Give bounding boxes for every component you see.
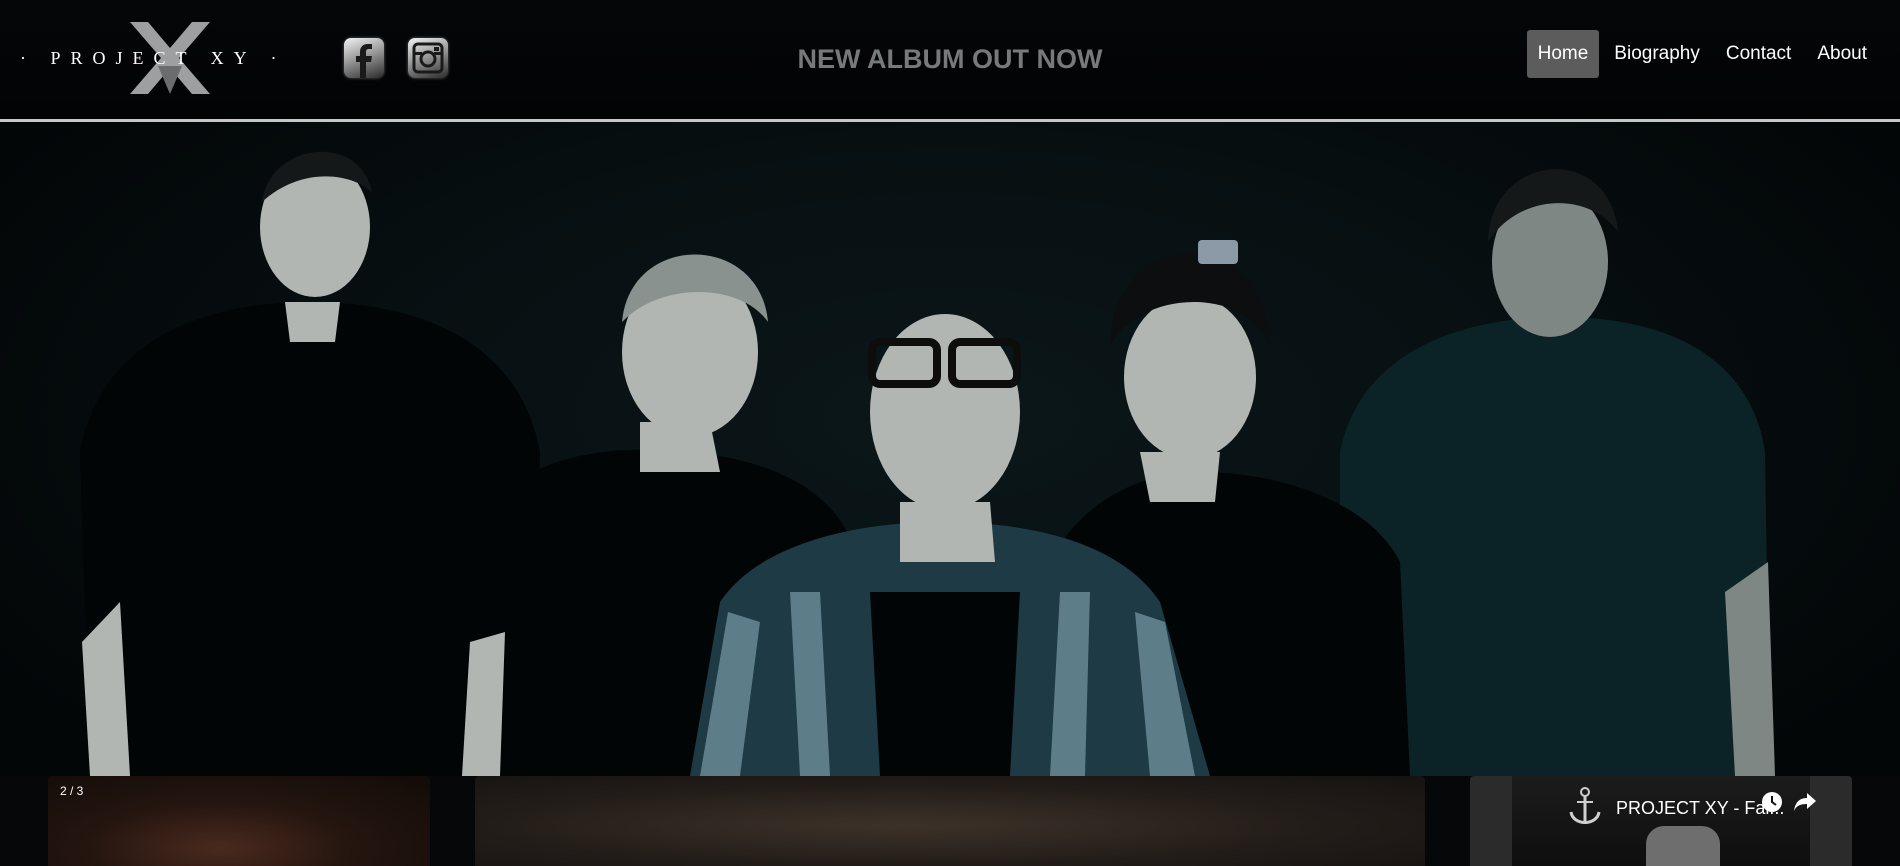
video-card: PROJECT XY - Fal...	[1470, 776, 1852, 866]
nav-biography[interactable]: Biography	[1603, 30, 1711, 78]
feature-image[interactable]	[475, 776, 1425, 866]
video-thumbnail	[1646, 826, 1720, 866]
nav-about[interactable]: About	[1806, 30, 1878, 78]
watch-later-icon[interactable]	[1760, 790, 1784, 814]
nav-contact[interactable]: Contact	[1715, 30, 1802, 78]
hero-band-photo	[0, 122, 1900, 776]
main-nav: Home Biography Contact About	[1526, 30, 1878, 78]
anchor-icon	[1569, 787, 1601, 824]
share-icon[interactable]	[1792, 790, 1818, 814]
video-embed[interactable]: PROJECT XY - Fal...	[1512, 776, 1816, 866]
gallery-counter: 2 / 3	[60, 784, 84, 798]
band-photo	[80, 151, 1775, 776]
brand-name[interactable]: · PROJECT XY ·	[20, 48, 287, 69]
gallery-slider[interactable]: 2 / 3	[48, 776, 430, 866]
site-header: · PROJECT XY · NEW ALBUM OUT NOW Home Bi…	[0, 0, 1900, 122]
nav-home[interactable]: Home	[1526, 30, 1600, 78]
